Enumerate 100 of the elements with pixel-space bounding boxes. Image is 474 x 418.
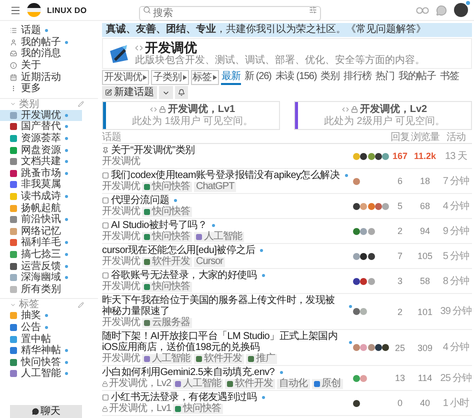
filter-dropdown[interactable]: 子类别 bbox=[151, 70, 188, 85]
sidebar-item[interactable]: 资源荟萃 bbox=[0, 132, 82, 144]
chevron-icon[interactable] bbox=[10, 302, 16, 308]
poster-avatar[interactable] bbox=[353, 400, 360, 406]
topic-title[interactable]: 关于“开发调优”类别 bbox=[111, 145, 195, 156]
tag[interactable]: 推广 bbox=[246, 354, 277, 364]
category-label[interactable]: 开发调优，Lv1 bbox=[102, 404, 172, 414]
sidebar-item[interactable]: 搞七捻三 bbox=[0, 248, 82, 260]
code-icon bbox=[150, 106, 157, 113]
topic-title[interactable]: 昨天下午我在给位于美国的服务器上传文件时，发现被神秘力量限速了 bbox=[102, 295, 344, 317]
sidebar-item[interactable]: 开发调优 bbox=[0, 110, 82, 122]
tag[interactable]: 人工智能 bbox=[194, 232, 244, 242]
tag[interactable]: 人工智能 bbox=[142, 354, 192, 364]
topic-title[interactable]: 小白如何利用Gemini2.5来自动填充.env? bbox=[102, 367, 275, 378]
tag[interactable]: 软件开发 bbox=[142, 256, 192, 267]
nav-tab[interactable]: 类别 bbox=[320, 70, 340, 85]
topic-title[interactable]: 代理分流问题 bbox=[111, 195, 170, 206]
poster-avatar[interactable] bbox=[360, 252, 368, 260]
filter-icon[interactable] bbox=[308, 6, 317, 14]
poster-avatar[interactable] bbox=[374, 152, 382, 160]
tag[interactable]: 原创 bbox=[312, 378, 343, 389]
filter-dropdown[interactable]: 开发调优 bbox=[102, 70, 149, 85]
poster-avatar[interactable] bbox=[360, 152, 368, 160]
category-label[interactable]: 开发调优 bbox=[102, 318, 140, 328]
menu-icon[interactable] bbox=[10, 4, 21, 16]
tag[interactable]: ChatGPT bbox=[194, 182, 236, 192]
nav-tab[interactable]: 排行榜 bbox=[342, 70, 373, 85]
tag[interactable]: 人工智能 bbox=[173, 378, 224, 389]
sidebar-item[interactable]: 关于 bbox=[0, 60, 82, 72]
sidebar-item[interactable]: 抽奖 bbox=[0, 310, 82, 322]
tag[interactable]: 自动化 bbox=[277, 378, 310, 389]
sidebar-item[interactable]: 深海幽域 bbox=[0, 272, 82, 284]
sidebar-item[interactable]: 话题 bbox=[0, 25, 82, 37]
category-label[interactable]: 开发调优 bbox=[102, 282, 140, 292]
search-field[interactable]: 搜索 bbox=[138, 6, 321, 20]
nav-tab[interactable]: 新 (26) bbox=[243, 70, 272, 85]
category-label[interactable]: 开发调优，Lv2 bbox=[102, 378, 172, 389]
sidebar-item[interactable]: 精华神帖 bbox=[0, 344, 82, 356]
sidebar-item[interactable]: 扬帆起航 bbox=[0, 202, 82, 214]
tag[interactable]: 快问快答 bbox=[142, 206, 192, 217]
poster-avatar[interactable] bbox=[353, 278, 360, 284]
sidebar-item[interactable]: 置中帖 bbox=[0, 333, 82, 345]
topic-title[interactable]: AI Studio被封号了吗？ bbox=[111, 220, 208, 231]
poster-avatar[interactable] bbox=[353, 202, 360, 210]
pencil-icon[interactable] bbox=[78, 302, 84, 308]
chat-button[interactable]: 聊天 bbox=[10, 405, 82, 418]
sidebar-item[interactable]: 近期活动 bbox=[0, 71, 82, 83]
category-label[interactable]: 开发调优 bbox=[102, 256, 140, 267]
sidebar-item[interactable]: 我的帖子 bbox=[0, 36, 82, 48]
sidebar-item[interactable]: 公告 bbox=[0, 322, 82, 334]
new-topic-button[interactable]: 新建话题 bbox=[102, 86, 157, 99]
nav-tab[interactable]: 最新 bbox=[220, 70, 242, 85]
tag[interactable]: 云服务器 bbox=[142, 318, 192, 328]
nav-tab[interactable]: 热门 bbox=[374, 70, 396, 85]
tag[interactable]: Cursor bbox=[194, 256, 226, 267]
sidebar-item[interactable]: 网络记忆 bbox=[0, 226, 82, 238]
rings-icon[interactable] bbox=[416, 6, 429, 14]
topic-title[interactable]: 我们codex使用team账号登录报错没有apikey怎么解决 bbox=[111, 170, 340, 181]
sidebar-item[interactable]: 我的消息 bbox=[0, 48, 82, 60]
sidebar-item[interactable]: 运营反馈 bbox=[0, 260, 82, 272]
nav-tab[interactable]: 书签 bbox=[439, 70, 460, 85]
user-avatar[interactable] bbox=[454, 3, 468, 17]
category-label[interactable]: 开发调优 bbox=[102, 182, 140, 192]
sidebar-item[interactable]: 快问快答 bbox=[0, 356, 82, 368]
pencil-icon[interactable] bbox=[78, 101, 84, 108]
topic-title[interactable]: cursor现在还能怎么用[edu]被停之后 bbox=[102, 245, 256, 256]
sidebar-item[interactable]: 国产替代 bbox=[0, 121, 82, 133]
sidebar-item[interactable]: 非我莫属 bbox=[0, 179, 82, 191]
topic-title[interactable]: 随时下架！AI开放接口平台「LM Studio」正式上架国内iOS应用商店，送价值198元的兑换码 bbox=[102, 331, 344, 353]
category-label[interactable]: 开发调优 bbox=[102, 354, 140, 364]
category-label[interactable]: 开发调优 bbox=[102, 232, 140, 242]
sidebar-item[interactable]: 福利羊毛 bbox=[0, 237, 82, 249]
sidebar-item[interactable]: 人工智能 bbox=[0, 368, 82, 380]
sidebar-item[interactable]: 更多 bbox=[0, 82, 82, 95]
tag[interactable]: 快问快答 bbox=[173, 404, 224, 414]
tag[interactable]: 软件开发 bbox=[194, 354, 244, 364]
topic-title[interactable]: 小红书无法登录，有佬友遇到过吗 bbox=[111, 392, 257, 403]
sidebar-item[interactable]: 网盘资源 bbox=[0, 144, 82, 156]
filter-dropdown[interactable]: 标签 bbox=[190, 70, 218, 85]
poster-avatar[interactable] bbox=[368, 252, 375, 260]
nav-tab[interactable]: 我的帖子 bbox=[397, 70, 438, 85]
category-label[interactable]: 开发调优 bbox=[102, 156, 140, 167]
tag[interactable]: 软件开发 bbox=[225, 378, 276, 389]
tag[interactable]: 快问快答 bbox=[142, 182, 192, 192]
poster-avatar[interactable] bbox=[382, 344, 390, 351]
tag[interactable]: 快问快答 bbox=[142, 232, 192, 242]
chat-icon[interactable] bbox=[436, 4, 447, 16]
sidebar-item[interactable]: 读书成诗 bbox=[0, 190, 82, 202]
topic-title[interactable]: 谷歌账号无法登录，大家的好使吗 bbox=[111, 270, 257, 281]
chevron-icon[interactable] bbox=[10, 101, 16, 108]
card-title: 开发调优，Lv1 bbox=[168, 104, 236, 115]
sidebar-item[interactable]: 前沿快讯 bbox=[0, 214, 82, 226]
sidebar-item[interactable]: 文档共建 bbox=[0, 156, 82, 168]
nav-tab[interactable]: 未读 (156) bbox=[274, 70, 318, 85]
sidebar-item[interactable]: 跳蚤市场 bbox=[0, 168, 82, 180]
category-label[interactable]: 开发调优 bbox=[102, 206, 140, 217]
notification-button[interactable] bbox=[175, 86, 188, 99]
sidebar-item[interactable]: 所有类别 bbox=[0, 283, 82, 296]
poster-avatar[interactable] bbox=[374, 344, 382, 351]
tag[interactable]: 快问快答 bbox=[142, 282, 192, 292]
